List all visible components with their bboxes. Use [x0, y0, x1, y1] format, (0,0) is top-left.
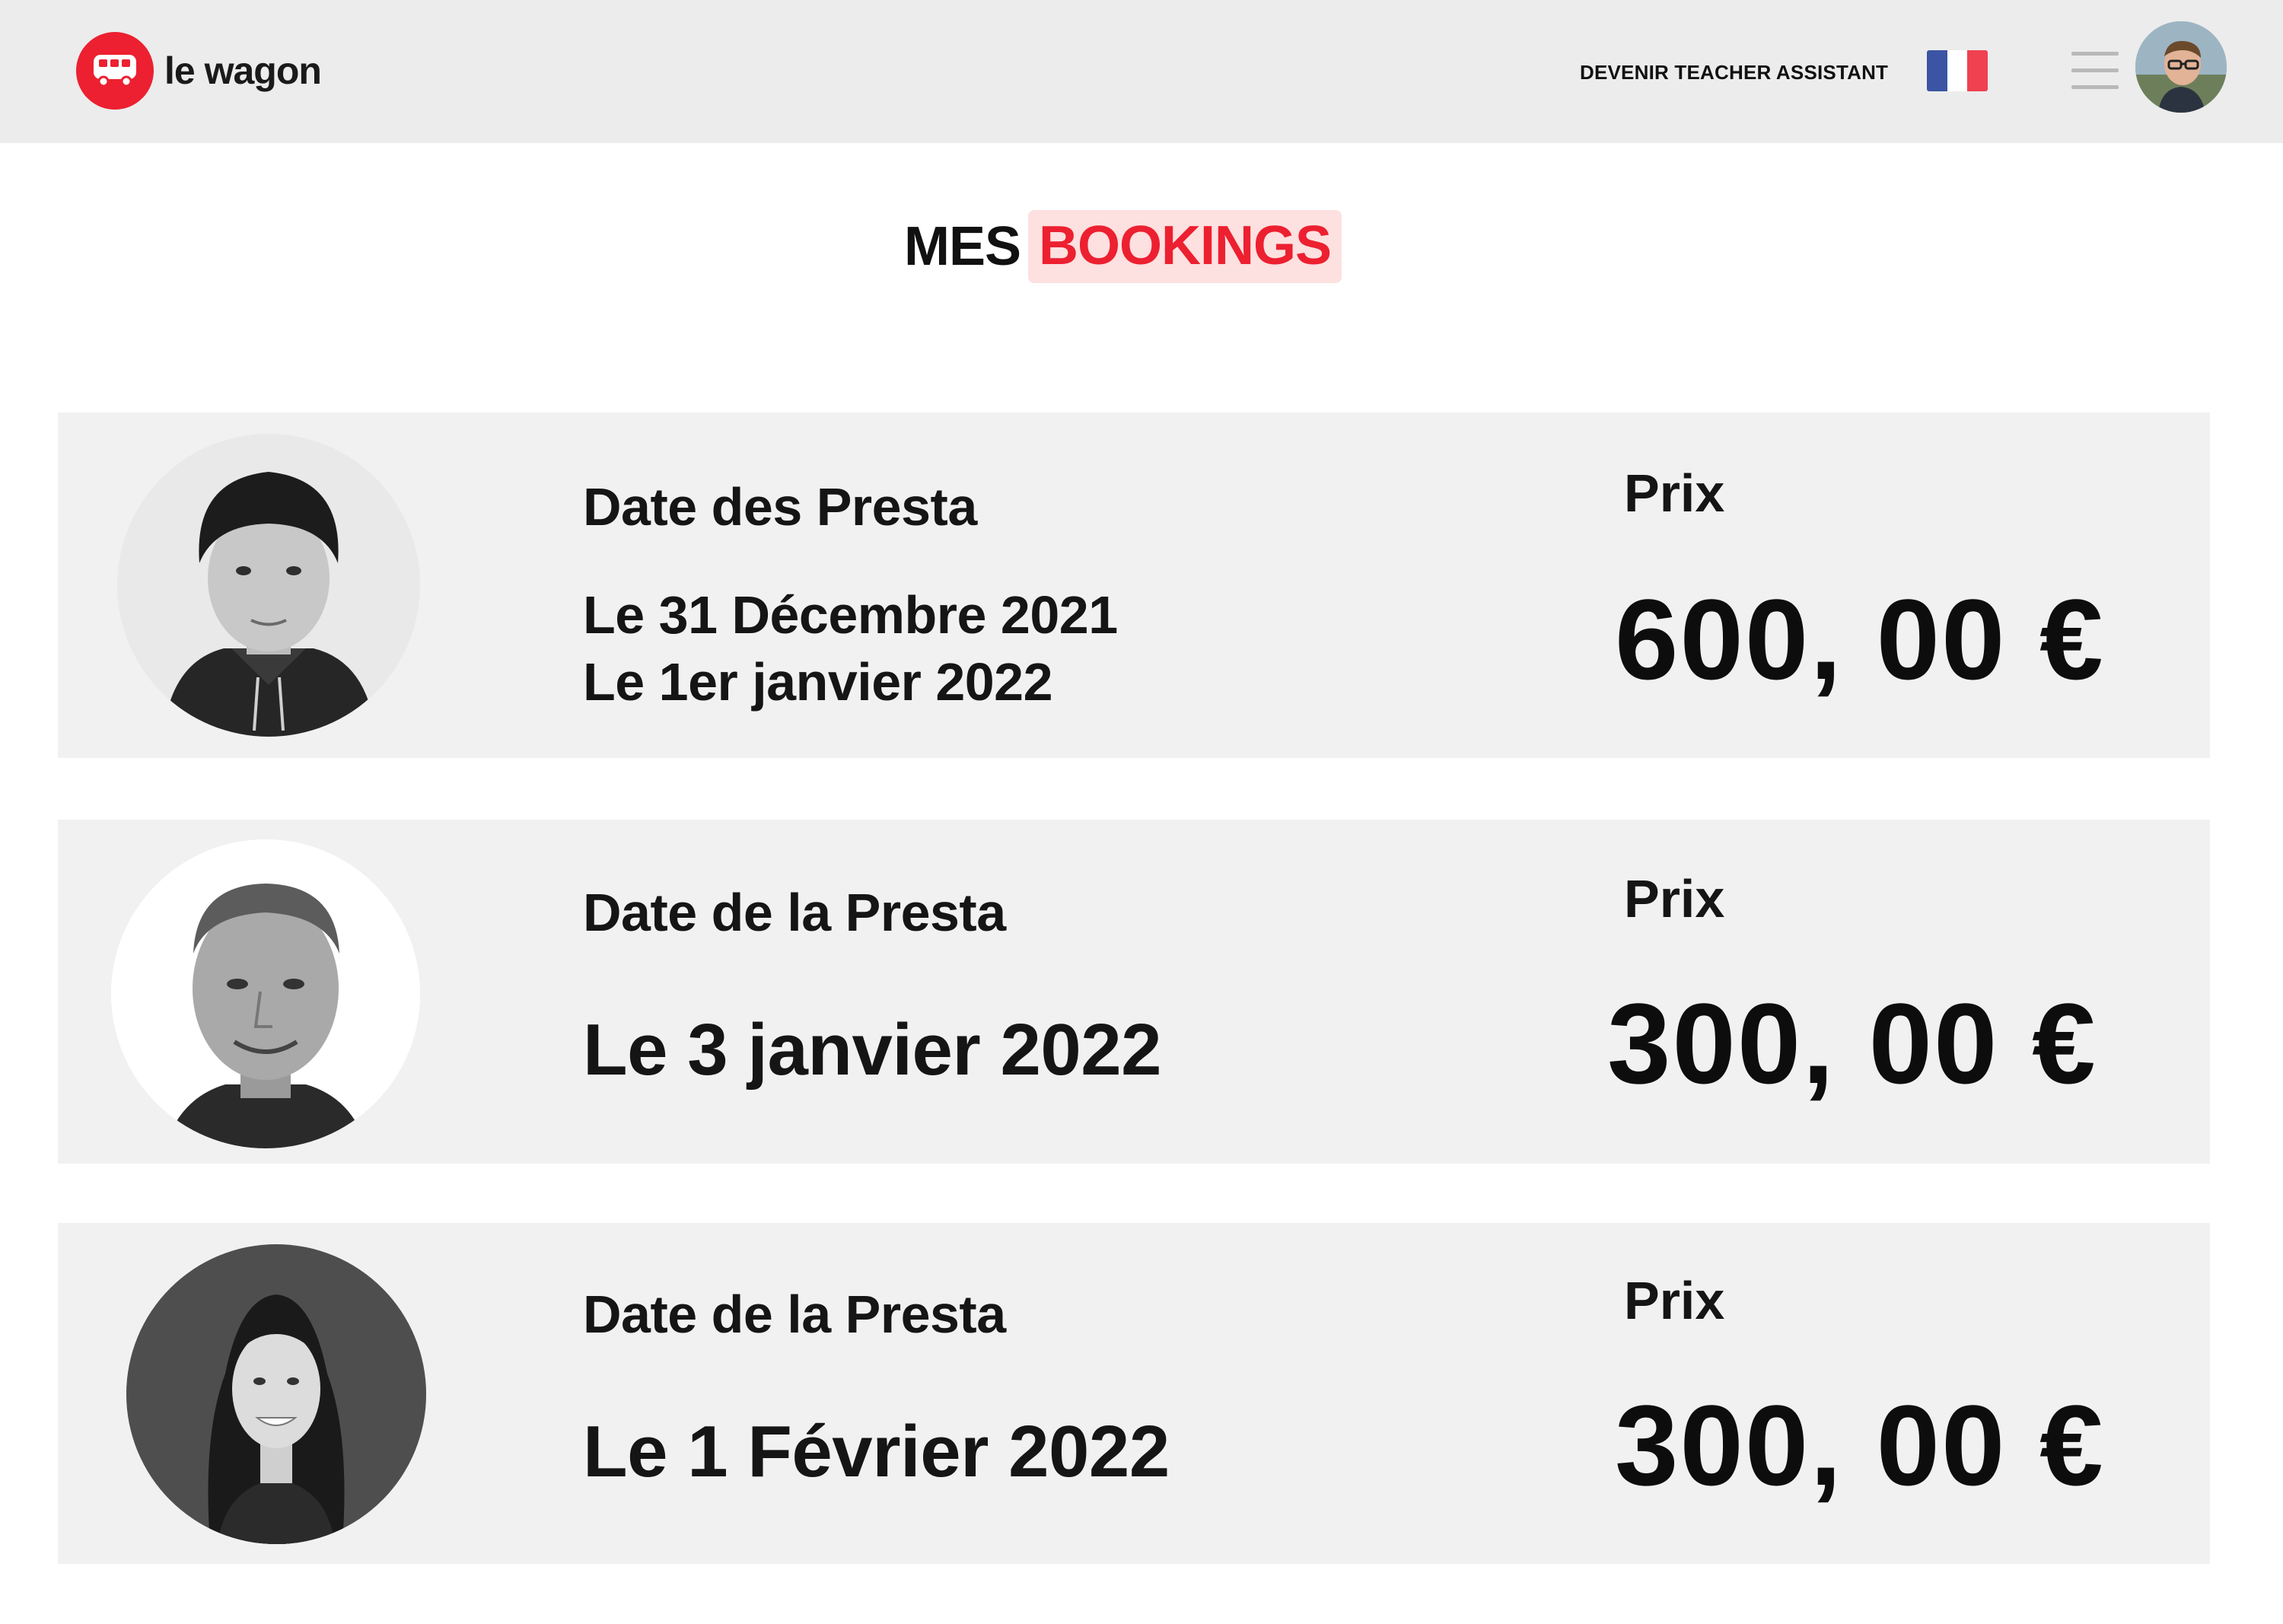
teacher-photo — [117, 434, 420, 737]
booking-card[interactable]: Date de la Presta Le 3 janvier 2022 Prix… — [58, 820, 2210, 1164]
become-teacher-assistant-link[interactable]: DEVENIR TEACHER ASSISTANT — [1580, 61, 1888, 84]
hamburger-menu-icon[interactable] — [2071, 50, 2119, 90]
bus-icon — [76, 32, 154, 110]
price-value: 300, 00 € — [1615, 1381, 2105, 1509]
date-line: Le 31 Décembre 2021 — [583, 585, 1118, 645]
user-avatar[interactable] — [2135, 21, 2227, 113]
page-title: MES BOOKINGS — [904, 210, 1342, 283]
booking-card[interactable]: Date des Presta Le 31 Décembre 2021 Le 1… — [58, 412, 2210, 758]
teacher-photo — [111, 839, 420, 1148]
teacher-photo — [126, 1244, 426, 1544]
date-label: Date de la Presta — [583, 1285, 1006, 1344]
date-value: Le 1 Février 2022 — [583, 1411, 1170, 1492]
page-title-highlight: BOOKINGS — [1028, 210, 1342, 283]
flag-stripe-red — [1967, 50, 1988, 91]
price-value: 600, 00 € — [1615, 575, 2105, 703]
price-label: Prix — [1624, 1271, 1725, 1330]
date-value: Le 3 janvier 2022 — [583, 1009, 1162, 1091]
flag-stripe-white — [1947, 50, 1968, 91]
page-title-prefix: MES — [904, 216, 1021, 277]
navbar: le wagon DEVENIR TEACHER ASSISTANT — [0, 0, 2283, 143]
logo[interactable]: le wagon — [76, 32, 322, 110]
price-value: 300, 00 € — [1607, 979, 2097, 1107]
date-label: Date des Presta — [583, 477, 977, 537]
booking-card[interactable]: Date de la Presta Le 1 Février 2022 Prix… — [58, 1223, 2210, 1564]
date-line: Le 1er janvier 2022 — [583, 652, 1053, 712]
price-label: Prix — [1624, 869, 1725, 928]
french-flag-icon[interactable] — [1927, 50, 1988, 91]
flag-stripe-blue — [1927, 50, 1947, 91]
date-value: Le 31 Décembre 2021 Le 1er janvier 2022 — [583, 581, 1118, 715]
date-label: Date de la Presta — [583, 883, 1006, 942]
price-label: Prix — [1624, 463, 1725, 523]
logo-text: le wagon — [164, 49, 322, 92]
